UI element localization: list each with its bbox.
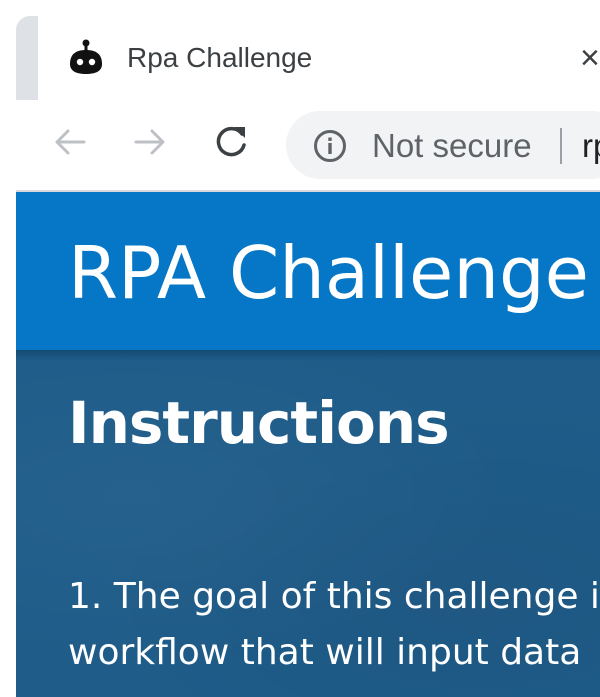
tab-title: Rpa Challenge (127, 42, 313, 73)
page-viewport: RPA Challenge Instructions 1. The goal o… (16, 192, 600, 697)
back-button[interactable] (48, 122, 92, 166)
window-left-margin (0, 0, 16, 697)
reload-button[interactable] (209, 122, 253, 166)
inactive-tab-edge[interactable] (16, 16, 38, 100)
header-shadow (16, 350, 600, 360)
instruction-text-line-1: 1. The goal of this challenge i (68, 576, 600, 617)
instructions-heading: Instructions (68, 389, 450, 457)
page-header: RPA Challenge (16, 192, 600, 350)
active-tab[interactable] (38, 16, 600, 100)
robot-icon (66, 38, 106, 78)
omnibox-divider (560, 128, 562, 164)
back-arrow-icon (52, 124, 88, 165)
forward-button[interactable] (128, 122, 172, 166)
url-text[interactable]: rp (582, 126, 600, 166)
info-icon[interactable] (312, 128, 348, 164)
instruction-text-line-2: workflow that will input data (68, 632, 582, 673)
reload-icon (212, 123, 250, 166)
security-status-label[interactable]: Not secure (372, 126, 532, 166)
page-title: RPA Challenge (68, 231, 589, 315)
close-icon[interactable]: × (580, 38, 600, 78)
forward-arrow-icon (132, 124, 168, 165)
